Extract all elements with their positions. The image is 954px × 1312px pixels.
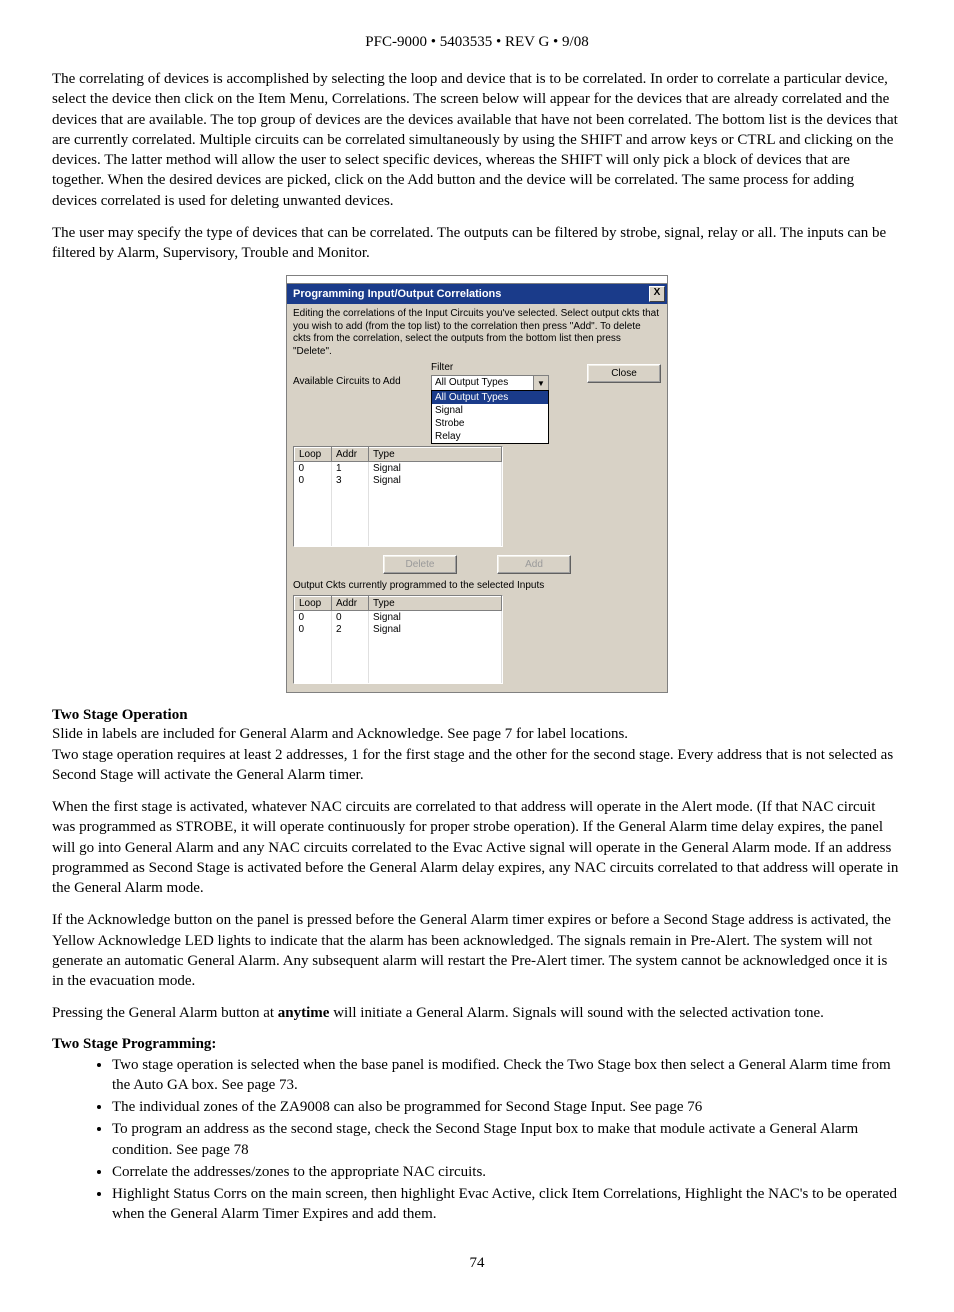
paragraph-filter-types: The user may specify the type of devices… [52, 223, 902, 264]
paragraph-correlate: The correlating of devices is accomplish… [52, 69, 902, 211]
programmed-grid[interactable]: Loop Addr Type 0 0 Signal 0 2 Signal [293, 595, 503, 684]
heading-two-stage-operation: Two Stage Operation [52, 707, 902, 724]
filter-value: All Output Types [432, 376, 533, 390]
filter-option[interactable]: Relay [432, 430, 548, 443]
close-button[interactable]: Close [587, 364, 661, 383]
available-grid[interactable]: Loop Addr Type 0 1 Signal 0 3 Signal [293, 446, 503, 547]
page-header: PFC-9000 • 5403535 • REV G • 9/08 [52, 34, 902, 51]
paragraph-addresses: Two stage operation requires at least 2 … [52, 745, 902, 786]
list-item: The individual zones of the ZA9008 can a… [112, 1097, 902, 1117]
list-item: Highlight Status Corrs on the main scree… [112, 1184, 902, 1225]
table-row[interactable]: 0 2 Signal [295, 623, 502, 635]
col-header-type: Type [369, 597, 502, 611]
list-item: Correlate the addresses/zones to the app… [112, 1162, 902, 1182]
filter-option[interactable]: Signal [432, 404, 548, 417]
delete-button[interactable]: Delete [383, 555, 457, 574]
bullet-list: Two stage operation is selected when the… [52, 1055, 902, 1225]
paragraph-first-stage: When the first stage is activated, whate… [52, 797, 902, 898]
paragraph-general-alarm: Pressing the General Alarm button at any… [52, 1003, 902, 1023]
table-row[interactable]: 0 0 Signal [295, 611, 502, 624]
col-header-loop: Loop [295, 597, 332, 611]
filter-label: Filter [431, 362, 549, 373]
filter-option[interactable]: Strobe [432, 417, 548, 430]
truncated-bar [287, 276, 667, 284]
dialog-title: Programming Input/Output Correlations [293, 288, 501, 300]
col-header-loop: Loop [295, 448, 332, 462]
table-row[interactable]: 0 1 Signal [295, 462, 502, 475]
paragraph-acknowledge: If the Acknowledge button on the panel i… [52, 910, 902, 991]
page-number: 74 [52, 1255, 902, 1272]
heading-two-stage-programming: Two Stage Programming: [52, 1036, 902, 1053]
dialog-intro: Editing the correlations of the Input Ci… [293, 308, 661, 358]
list-item: To program an address as the second stag… [112, 1119, 902, 1160]
col-header-addr: Addr [332, 597, 369, 611]
filter-combo[interactable]: All Output Types ▼ [431, 375, 549, 391]
dialog-screenshot: Programming Input/Output Correlations X … [52, 275, 902, 693]
filter-dropdown-list[interactable]: All Output Types Signal Strobe Relay [431, 390, 549, 444]
paragraph-labels: Slide in labels are included for General… [52, 724, 902, 744]
dialog-titlebar: Programming Input/Output Correlations X [287, 284, 667, 304]
filter-option[interactable]: All Output Types [432, 391, 548, 404]
correlations-dialog: Programming Input/Output Correlations X … [286, 275, 668, 693]
list-item: Two stage operation is selected when the… [112, 1055, 902, 1096]
table-row[interactable]: 0 3 Signal [295, 474, 502, 486]
programmed-label: Output Ckts currently programmed to the … [293, 580, 661, 591]
col-header-type: Type [369, 448, 502, 462]
chevron-down-icon[interactable]: ▼ [533, 376, 548, 390]
available-label: Available Circuits to Add [293, 376, 423, 387]
close-icon[interactable]: X [649, 286, 665, 302]
col-header-addr: Addr [332, 448, 369, 462]
add-button[interactable]: Add [497, 555, 571, 574]
